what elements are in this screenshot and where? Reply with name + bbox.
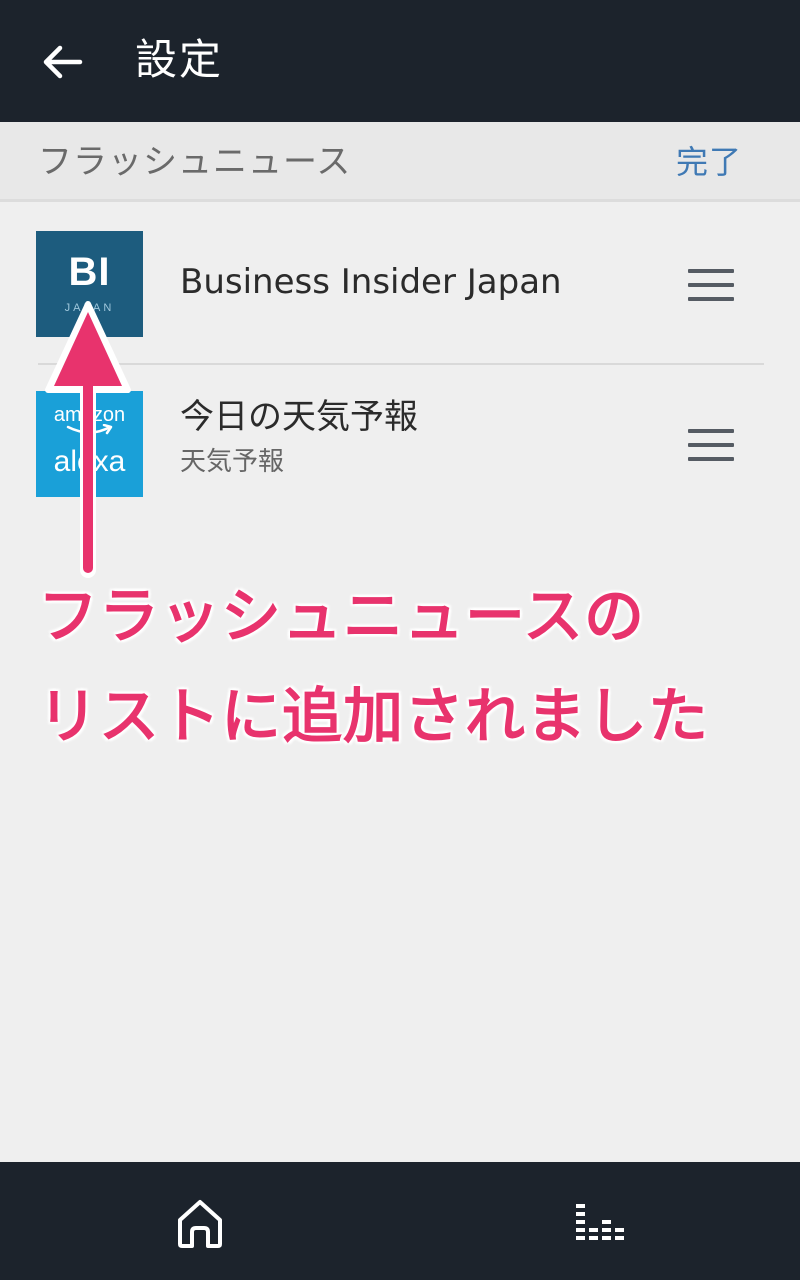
annotation-arrow-icon <box>45 301 131 578</box>
drag-handle-icon[interactable] <box>688 429 734 461</box>
home-button[interactable] <box>172 1194 228 1250</box>
page-title: 設定 <box>135 35 224 84</box>
logo-main-text: BI <box>68 250 111 294</box>
done-button[interactable]: 完了 <box>676 140 742 184</box>
annotation-line-2: リストに追加されました <box>38 682 709 752</box>
list-item-subtitle: 天気予報 <box>180 447 285 477</box>
annotation-line-1: フラッシュニュースの <box>38 582 645 652</box>
top-app-bar: 設定 <box>0 0 800 122</box>
list-item-title: 今日の天気予報 <box>180 397 418 437</box>
arrow-left-icon <box>43 45 83 79</box>
back-button[interactable] <box>36 36 88 88</box>
section-title: フラッシュニュース <box>38 142 352 182</box>
page: 設定 フラッシュニュース 完了 BI JAPAN Business Inside… <box>0 0 800 1280</box>
bottom-nav <box>0 1162 800 1280</box>
equalizer-icon <box>576 1204 624 1240</box>
home-icon <box>178 1200 222 1248</box>
now-playing-button[interactable] <box>572 1198 628 1248</box>
list-item-title: Business Insider Japan <box>180 262 562 302</box>
drag-handle-icon[interactable] <box>688 269 734 301</box>
section-header: フラッシュニュース 完了 <box>0 122 800 202</box>
